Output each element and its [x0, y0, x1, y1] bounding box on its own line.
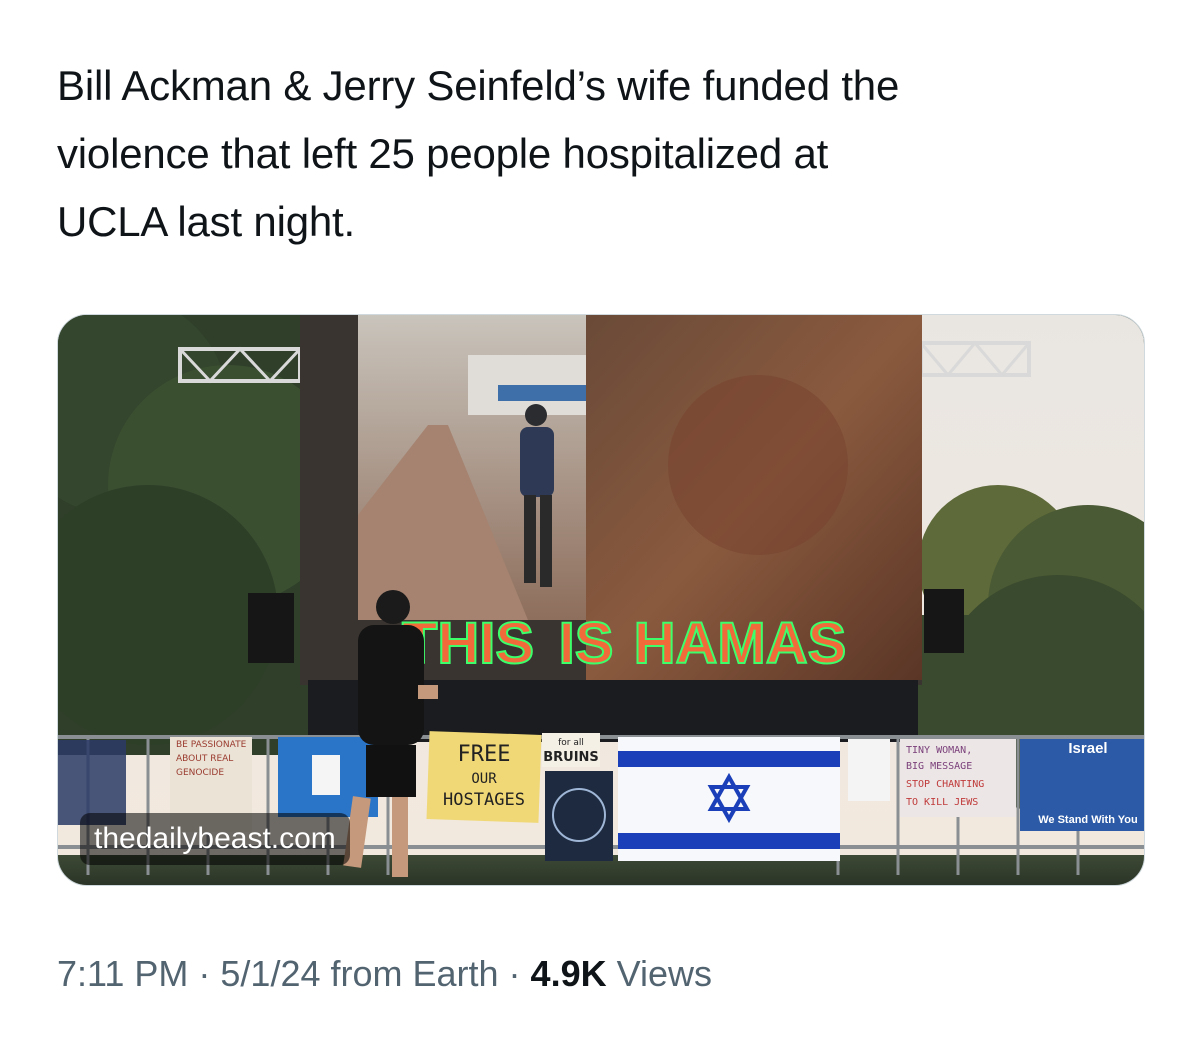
- tweet-date-source[interactable]: 5/1/24 from Earth: [220, 953, 498, 994]
- sign-text: TINY WOMAN,: [906, 745, 972, 756]
- tweet-text-line: UCLA last night.: [57, 198, 355, 245]
- sign-text: BRUINS: [543, 750, 599, 765]
- screen-caption-word: HAMAS: [634, 611, 847, 676]
- sign-text: FREE: [458, 742, 511, 767]
- views-count[interactable]: 4.9K: [531, 953, 607, 994]
- meta-separator: ·: [188, 953, 221, 994]
- sign-text: BIG MESSAGE: [906, 761, 972, 772]
- sign-text: TO KILL JEWS: [906, 797, 978, 808]
- views-label: Views: [606, 953, 712, 994]
- tweet-text: Bill Ackman & Jerry Seinfeld’s wife fund…: [57, 52, 1157, 256]
- meta-separator: ·: [498, 953, 531, 994]
- sign-text: HOSTAGES: [443, 790, 525, 810]
- sign-text: BE PASSIONATE: [176, 740, 247, 750]
- tweet-text-line: Bill Ackman & Jerry Seinfeld’s wife fund…: [57, 62, 900, 109]
- screen-caption-word: IS: [559, 611, 614, 676]
- media-photo: THIS IS HAMAS BE PASSIONATE ABOUT REAL G…: [58, 315, 1144, 885]
- sign-text: STOP CHANTING: [906, 779, 984, 790]
- banner-text: We Stand With You: [1038, 814, 1138, 826]
- banner-text: Israel: [1068, 740, 1107, 757]
- media-domain-label[interactable]: thedailybeast.com: [80, 813, 350, 865]
- sign-text: OUR: [471, 771, 497, 787]
- sign-text: ABOUT REAL: [176, 754, 233, 764]
- tweet-meta: 7:11 PM · 5/1/24 from Earth · 4.9K Views: [57, 953, 712, 995]
- tweet-text-line: violence that left 25 people hospitalize…: [57, 130, 829, 177]
- sign-text: GENOCIDE: [176, 768, 224, 778]
- tweet-time[interactable]: 7:11 PM: [57, 953, 188, 994]
- sign-text: for all: [558, 738, 584, 748]
- tweet-media-card[interactable]: THIS IS HAMAS BE PASSIONATE ABOUT REAL G…: [57, 314, 1145, 886]
